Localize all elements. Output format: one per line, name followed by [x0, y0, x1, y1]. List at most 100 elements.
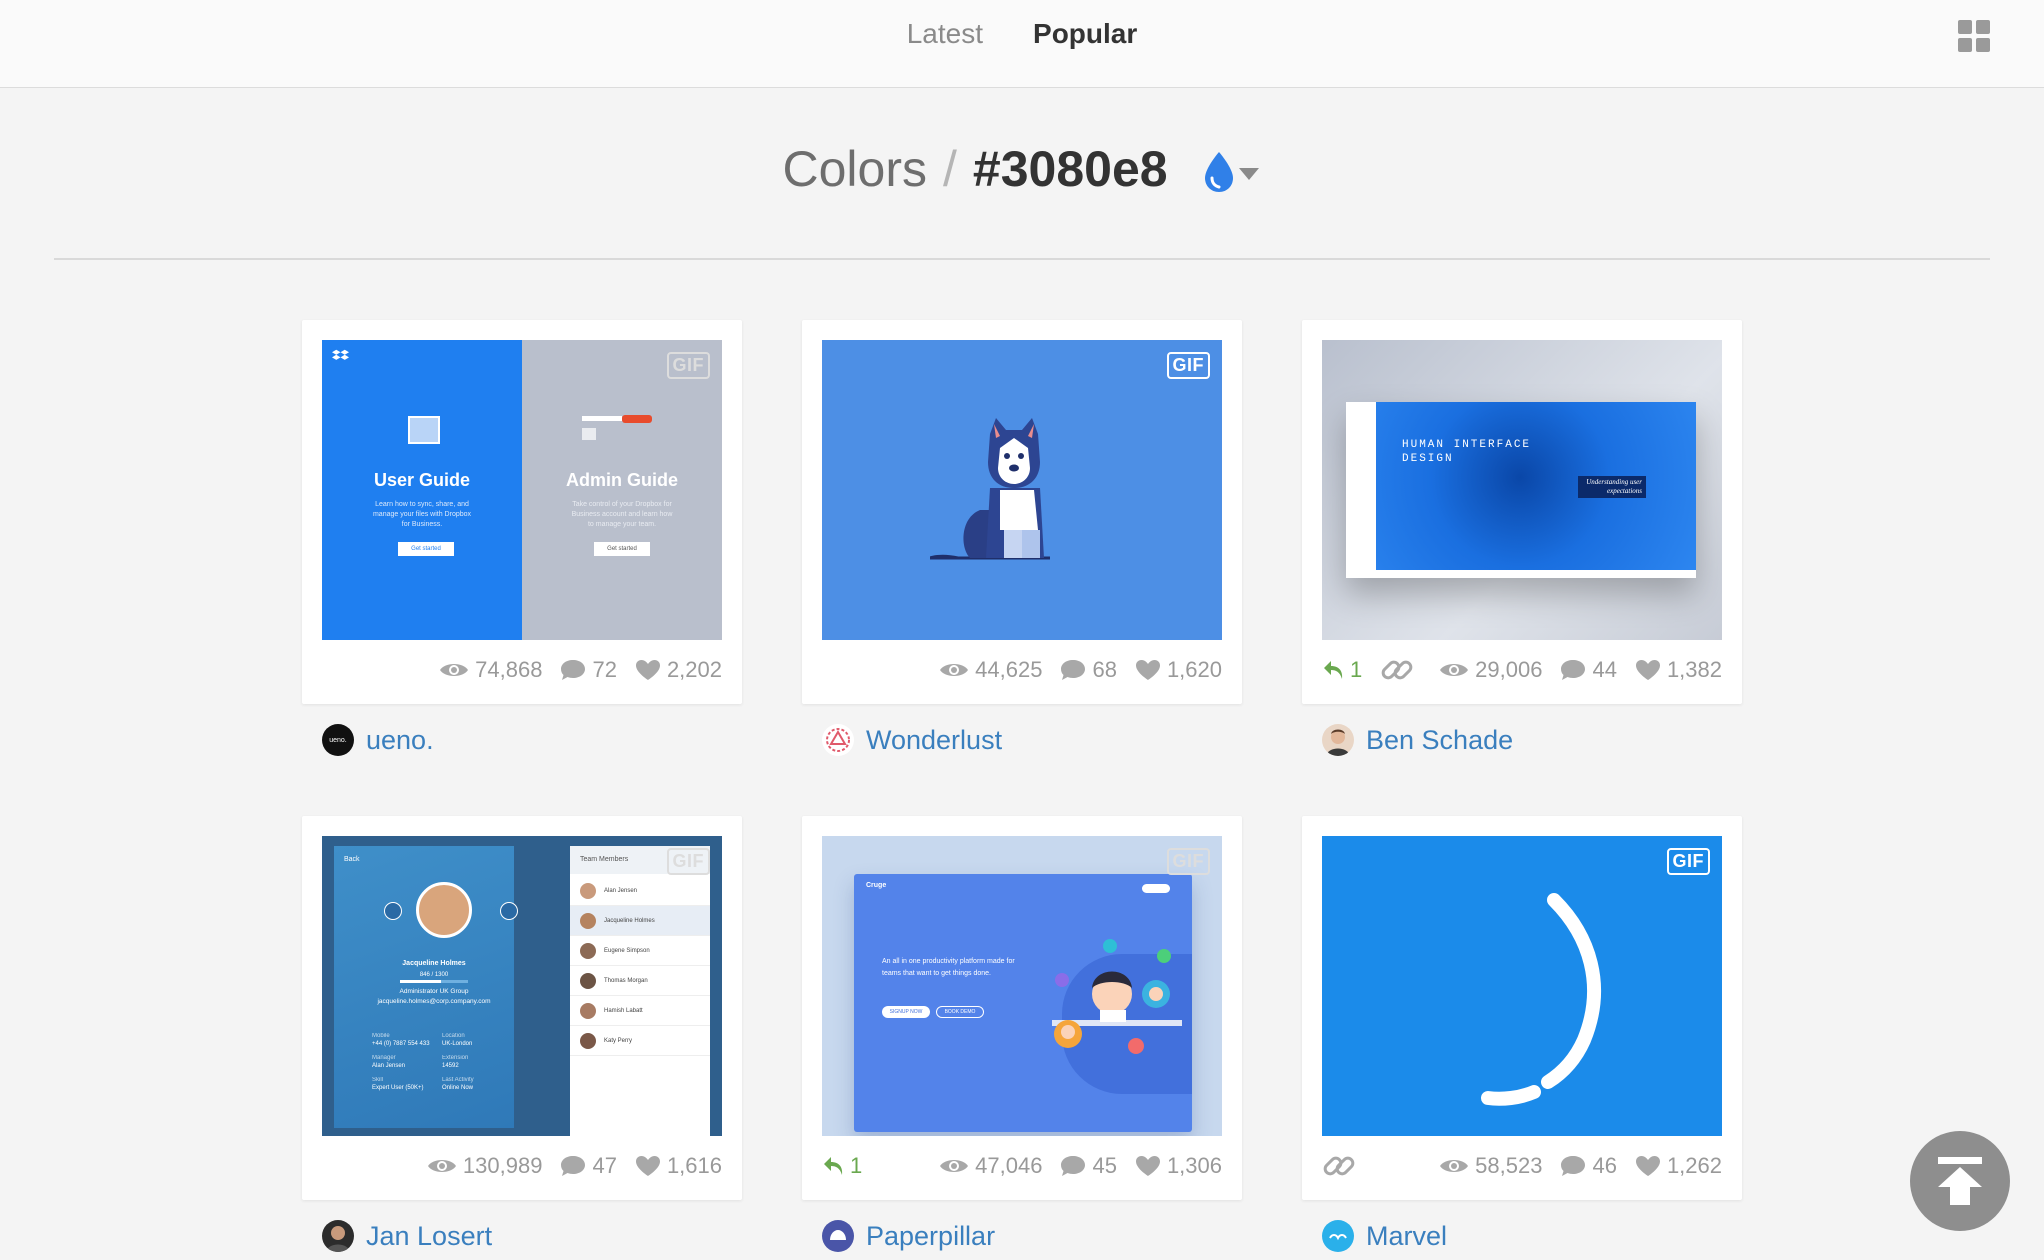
paperpillar-logo-icon [830, 1230, 846, 1240]
shot-thumbnail[interactable]: GIF [822, 340, 1222, 640]
attachment-link-icon [1381, 660, 1413, 680]
shot-author[interactable]: Jan Losert [322, 1220, 492, 1252]
eye-icon [940, 1160, 969, 1172]
tab-bar: Latest Popular [0, 18, 2044, 50]
cruge-brand: Cruge [866, 882, 887, 889]
comments-stat[interactable]: 72 [560, 657, 617, 683]
shot-author[interactable]: ueno. ueno. [322, 724, 434, 756]
team-members-list: Alan Jensen Jacqueline Holmes Eugene Sim… [570, 876, 710, 1056]
comments-stat[interactable]: 44 [1560, 657, 1617, 683]
gif-badge: GIF [1166, 352, 1210, 379]
rebound-arrow-icon [1324, 661, 1343, 679]
views-count: 58,523 [1475, 1153, 1543, 1178]
person-avatar-icon [326, 1226, 350, 1252]
gif-badge: GIF [666, 848, 710, 875]
views-stat: 74,868 [439, 657, 542, 683]
author-name[interactable]: Paperpillar [866, 1221, 995, 1252]
likes-stat[interactable]: 1,616 [635, 1153, 722, 1179]
shot-extras [1322, 1151, 1356, 1181]
rebound-count: 1 [1350, 657, 1363, 682]
comments-count: 45 [1092, 1153, 1117, 1178]
cruge-signup-button: SIGNUP NOW [882, 1006, 930, 1018]
rebound-stat[interactable]: 1 [1322, 657, 1362, 683]
likes-stat[interactable]: 1,262 [1635, 1153, 1722, 1179]
color-hex-value: #3080e8 [972, 141, 1168, 197]
heading-divider [54, 258, 1990, 260]
rebound-stat[interactable]: 1 [822, 1153, 862, 1179]
shot-thumbnail[interactable]: GIF [1322, 836, 1722, 1136]
comments-count: 47 [592, 1153, 617, 1178]
comment-icon [1561, 660, 1586, 680]
hid-title: HUMAN INTERFACE DESIGN [1402, 439, 1532, 465]
breadcrumb-separator: / [943, 141, 957, 197]
admin-guide-text: Take control of your Dropbox for Busines… [571, 501, 673, 528]
shot-thumbnail[interactable]: HUMAN INTERFACE DESIGN Understanding use… [1322, 340, 1722, 640]
avatar [1322, 724, 1354, 756]
author-name[interactable]: Wonderlust [866, 725, 1002, 756]
comments-stat[interactable]: 47 [560, 1153, 617, 1179]
profile-progress-text: 846 / 1300 [419, 972, 449, 978]
eye-icon [1440, 664, 1469, 676]
shot-author[interactable]: Wonderlust [822, 724, 1002, 756]
gif-badge: GIF [666, 352, 710, 379]
profile-role: Administrator UK Group [399, 988, 469, 995]
likes-count: 1,620 [1166, 657, 1222, 682]
author-name[interactable]: Jan Losert [366, 1221, 492, 1252]
heart-icon [1635, 1156, 1660, 1176]
comment-icon [1561, 1156, 1586, 1176]
eye-icon [940, 664, 969, 676]
shot-author[interactable]: Ben Schade [1322, 724, 1513, 756]
tab-popular[interactable]: Popular [1031, 18, 1139, 50]
shot-card: GIF 44,625 68 1,620 [802, 320, 1242, 704]
shot-author[interactable]: Paperpillar [822, 1220, 995, 1252]
color-drop-icon [1205, 151, 1260, 192]
shot-stats: 1 47,046 45 1,306 [822, 1146, 1222, 1186]
shot-stats: 1 29,006 44 1,382 [1322, 650, 1722, 690]
heart-icon [1635, 660, 1660, 680]
heart-icon [635, 660, 660, 680]
admin-guide-button: Get started [594, 542, 650, 556]
eye-icon [1440, 1160, 1469, 1172]
likes-count: 1,382 [1666, 657, 1722, 682]
user-guide-text: Learn how to sync, share, and manage you… [372, 501, 472, 528]
likes-stat[interactable]: 1,306 [1135, 1153, 1222, 1179]
views-stat: 44,625 [939, 657, 1042, 683]
shot-card: User Guide Learn how to sync, share, and… [302, 320, 742, 704]
shot-thumbnail[interactable]: Cruge An all in one productivity platfor… [822, 836, 1222, 1136]
comment-icon [561, 1156, 586, 1176]
shot-thumbnail[interactable]: User Guide Learn how to sync, share, and… [322, 340, 722, 640]
views-count: 74,868 [475, 657, 543, 682]
author-name[interactable]: ueno. [366, 725, 434, 756]
likes-stat[interactable]: 2,202 [635, 657, 722, 683]
attachment-link-icon [1323, 1156, 1355, 1176]
shot-thumbnail[interactable]: Back Jacqueline Holmes 846 / 1300 Admini… [322, 836, 722, 1136]
breadcrumb-colors[interactable]: Colors [783, 141, 927, 197]
author-name[interactable]: Marvel [1366, 1221, 1447, 1252]
views-count: 44,625 [975, 657, 1043, 682]
grid-view-icon[interactable] [1958, 20, 1990, 52]
heart-icon [1135, 660, 1160, 680]
comments-count: 72 [592, 657, 617, 682]
comments-stat[interactable]: 46 [1560, 1153, 1617, 1179]
shot-card: HUMAN INTERFACE DESIGN Understanding use… [1302, 320, 1742, 704]
profile-email: jacqueline.holmes@corp.company.com [377, 998, 491, 1005]
shot-card: Back Jacqueline Holmes 846 / 1300 Admini… [302, 816, 742, 1200]
comments-stat[interactable]: 45 [1060, 1153, 1117, 1179]
comments-stat[interactable]: 68 [1060, 657, 1117, 683]
chevron-down-icon [1239, 167, 1260, 180]
avatar: ueno. [322, 724, 354, 756]
likes-stat[interactable]: 1,620 [1135, 657, 1222, 683]
cruge-headline: An all in one productivity platform made… [882, 958, 1015, 977]
shot-author[interactable]: Marvel [1322, 1220, 1447, 1252]
avatar [822, 724, 854, 756]
cruge-demo-button: BOOK DEMO [936, 1006, 984, 1018]
tab-latest[interactable]: Latest [905, 18, 985, 50]
tools-icon [582, 415, 652, 440]
author-name[interactable]: Ben Schade [1366, 725, 1513, 756]
hid-quote: Understanding user expectations [1578, 476, 1646, 498]
shot-stats: 58,523 46 1,262 [1322, 1146, 1722, 1186]
eye-icon [427, 1160, 456, 1172]
color-dropdown[interactable] [1199, 139, 1261, 197]
likes-stat[interactable]: 1,382 [1635, 657, 1722, 683]
scroll-to-top-button[interactable] [1910, 1131, 2010, 1231]
